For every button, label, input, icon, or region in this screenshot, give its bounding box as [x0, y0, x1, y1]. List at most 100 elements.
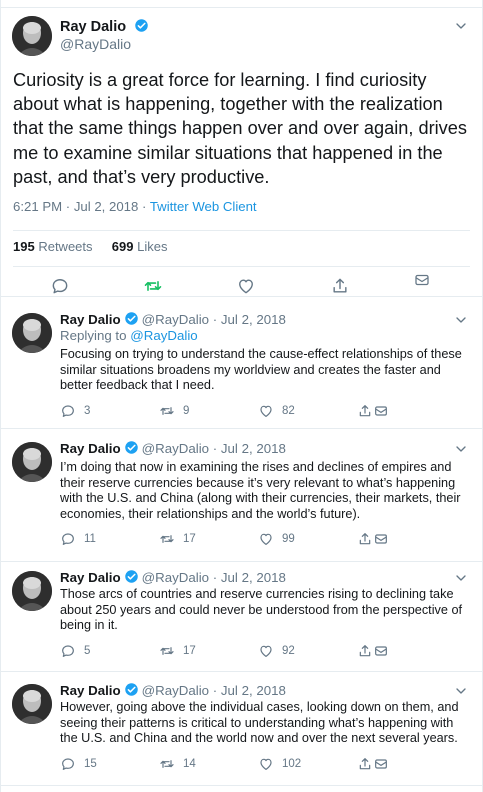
author-handle[interactable]: @RayDalio · Jul 2, 2018: [142, 441, 286, 456]
reply-tweet[interactable]: Ray Dalio @RayDalio · Jul 2, 2018 I’m doi…: [0, 434, 483, 562]
reply-icon: [62, 405, 74, 417]
share-icon: [359, 405, 371, 417]
retweet-button[interactable]: 17: [159, 643, 196, 659]
chevron-down-icon[interactable]: [453, 441, 469, 457]
retweet-icon: [160, 535, 174, 543]
replying-handle-link[interactable]: @RayDalio: [130, 328, 197, 343]
like-button[interactable]: 99: [258, 531, 295, 547]
reply-text: However, going above the individual case…: [60, 700, 459, 746]
reply-header: Ray Dalio @RayDalio · Jul 2, 2018: [60, 311, 286, 327]
likes-label: Likes: [137, 239, 168, 254]
reply-button[interactable]: 15: [60, 756, 97, 772]
share-button[interactable]: [357, 531, 389, 547]
like-button[interactable]: 92: [258, 643, 295, 659]
chevron-down-icon[interactable]: [453, 18, 469, 34]
chevron-down-icon[interactable]: [453, 312, 469, 328]
like-button[interactable]: 102: [258, 756, 301, 772]
reply-button[interactable]: 5: [60, 643, 90, 659]
like-count: 82: [282, 405, 295, 417]
author-name[interactable]: Ray Dalio: [60, 19, 126, 35]
verified-badge-icon: [124, 441, 138, 454]
retweets-label: Retweets: [38, 239, 93, 254]
heart-icon: [260, 645, 272, 657]
retweet-count: 17: [183, 645, 196, 657]
reply-text: Those arcs of countries and reserve curr…: [60, 587, 463, 633]
retweet-icon: [160, 407, 174, 415]
direct-message-icon[interactable]: [373, 531, 389, 547]
reply-count: 11: [84, 533, 96, 545]
reply-button[interactable]: 11: [60, 531, 96, 547]
like-button[interactable]: 82: [258, 403, 295, 419]
reply-icon: [62, 758, 74, 770]
replying-prefix: Replying to: [60, 328, 131, 343]
avatar-photo: [12, 16, 52, 56]
top-border: [0, 0, 483, 8]
tweet-time[interactable]: 6:21 PM · Jul 2, 2018 ·: [13, 199, 150, 214]
like-count: 102: [282, 758, 302, 770]
chevron-down-icon[interactable]: [453, 683, 469, 699]
author-name[interactable]: Ray Dalio: [60, 570, 121, 585]
heart-icon: [260, 758, 272, 770]
retweets-stat[interactable]: 195 Retweets: [13, 239, 93, 254]
tweet-client[interactable]: Twitter Web Client: [150, 199, 257, 214]
reply-actions: 15 14 102: [60, 756, 470, 776]
reply-tweet[interactable]: Ray Dalio @RayDalio · Jul 2, 2018 However…: [0, 676, 483, 786]
reply-count: 15: [84, 758, 97, 770]
avatar-photo: [12, 313, 52, 353]
retweet-count: 17: [183, 533, 196, 545]
reply-text: Focusing on trying to understand the cau…: [60, 347, 462, 393]
reply-actions: 5 17 92: [60, 643, 470, 663]
avatar[interactable]: [12, 442, 52, 482]
divider: [13, 230, 470, 231]
share-button[interactable]: [357, 643, 389, 659]
tweet-text: Curiosity is a great force for learning.…: [13, 70, 467, 187]
share-icon[interactable]: [330, 276, 350, 296]
reply-count: 3: [84, 405, 91, 417]
heart-icon[interactable]: [236, 276, 256, 296]
reply-text: I’m doing that now in examining the rise…: [60, 460, 461, 521]
avatar[interactable]: [12, 313, 52, 353]
retweet-button[interactable]: 17: [159, 531, 196, 547]
verified-badge-icon: [134, 19, 148, 32]
author-handle[interactable]: @RayDalio: [60, 36, 131, 52]
retweets-count: 195: [13, 239, 35, 254]
avatar[interactable]: [12, 16, 52, 56]
likes-stat[interactable]: 699 Likes: [112, 239, 168, 254]
reply-icon[interactable]: [50, 276, 70, 296]
retweet-button[interactable]: 14: [159, 756, 196, 772]
retweet-icon[interactable]: [143, 276, 163, 296]
author-handle[interactable]: @RayDalio · Jul 2, 2018: [142, 570, 286, 585]
like-count: 92: [282, 645, 295, 657]
retweet-icon: [160, 760, 174, 768]
author-name[interactable]: Ray Dalio: [60, 312, 121, 327]
direct-message-icon[interactable]: [413, 271, 431, 289]
author-name[interactable]: Ray Dalio: [60, 683, 121, 698]
reply-tweet[interactable]: Ray Dalio @RayDalio · Jul 2, 2018 Replyin…: [0, 305, 483, 429]
reply-button[interactable]: 3: [60, 403, 90, 419]
reply-count: 5: [84, 645, 91, 657]
avatar-photo: [12, 442, 52, 482]
share-button[interactable]: [357, 403, 389, 419]
avatar-photo: [12, 571, 52, 611]
direct-message-icon[interactable]: [373, 403, 389, 419]
direct-message-icon[interactable]: [373, 756, 389, 772]
avatar-photo: [12, 684, 52, 724]
retweet-button[interactable]: 9: [159, 403, 189, 419]
avatar[interactable]: [12, 684, 52, 724]
reply-icon: [62, 533, 74, 545]
share-icon: [359, 758, 371, 770]
author-handle[interactable]: @RayDalio · Jul 2, 2018: [142, 683, 286, 698]
avatar[interactable]: [12, 571, 52, 611]
heart-icon: [260, 405, 272, 417]
reply-tweet[interactable]: Ray Dalio @RayDalio · Jul 2, 2018 Those a…: [0, 563, 483, 672]
share-button[interactable]: [357, 756, 389, 772]
author-name[interactable]: Ray Dalio: [60, 441, 121, 456]
verified-badge-icon: [124, 570, 138, 583]
like-count: 99: [282, 533, 295, 545]
heart-icon: [260, 533, 272, 545]
direct-message-icon[interactable]: [373, 643, 389, 659]
author-handle[interactable]: @RayDalio · Jul 2, 2018: [142, 312, 286, 327]
share-icon: [359, 645, 371, 657]
reply-header: Ray Dalio @RayDalio · Jul 2, 2018: [60, 440, 286, 456]
chevron-down-icon[interactable]: [453, 570, 469, 586]
